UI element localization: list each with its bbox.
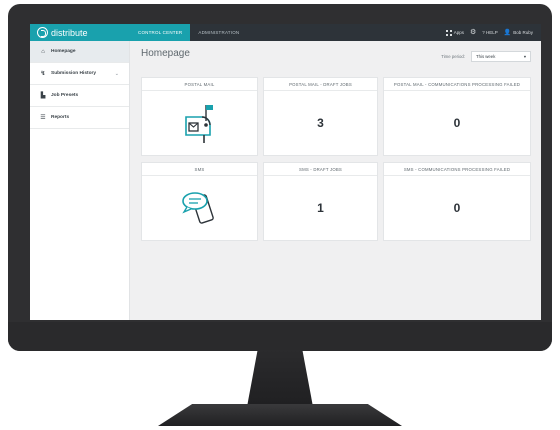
gear-icon: ⚙ (469, 29, 477, 36)
card-title: SMS (142, 163, 257, 176)
main-content: Homepage Time period: This week ▾ POSTAL… (130, 41, 541, 320)
sidebar: ⌂ Homepage ↯ Submission History ⌄ ▙ Job … (30, 41, 130, 320)
sidebar-item-label: Submission History (51, 71, 97, 76)
chevron-down-icon: ▾ (523, 53, 526, 59)
page-title: Homepage (141, 48, 190, 59)
settings-button[interactable]: ⚙ (470, 29, 476, 36)
card-count: 3 (317, 116, 324, 130)
help-button[interactable]: ? HELP (482, 30, 498, 35)
card-title: SMS - DRAFT JOBS (264, 163, 377, 176)
time-period-select[interactable]: This week ▾ (471, 51, 531, 62)
tab-control-center[interactable]: CONTROL CENTER (130, 24, 191, 41)
sidebar-item-label: Reports (51, 115, 70, 120)
card-count: 0 (453, 116, 461, 130)
apps-grid-icon (445, 29, 452, 36)
monitor-base (158, 404, 402, 426)
help-label: ? HELP (482, 30, 498, 35)
sidebar-item-homepage[interactable]: ⌂ Homepage (30, 41, 129, 63)
user-menu[interactable]: 👤 Bob Ruby (504, 30, 533, 36)
card-postal-mail-draft-jobs[interactable]: POSTAL MAIL - DRAFT JOBS 3 (263, 77, 378, 156)
sidebar-item-submission-history[interactable]: ↯ Submission History ⌄ (30, 63, 129, 85)
monitor-chin (8, 322, 552, 351)
card-postal-mail[interactable]: POSTAL MAIL (141, 77, 258, 156)
sidebar-item-reports[interactable]: ☰ Reports (30, 107, 129, 129)
monitor-neck (246, 350, 314, 410)
sms-phone-icon (142, 176, 257, 240)
document-icon: ▙ (40, 93, 46, 99)
card-sms-draft-jobs[interactable]: SMS - DRAFT JOBS 1 (263, 162, 378, 241)
apps-button[interactable]: Apps (445, 29, 464, 36)
top-navigation-bar: distribute CONTROL CENTER ADMINISTRATION… (30, 24, 541, 41)
card-title: SMS - COMMUNICATIONS PROCESSING FAILED (384, 163, 530, 176)
topbar-actions: Apps ⚙ ? HELP 👤 Bob Ruby (445, 29, 541, 36)
apps-label: Apps (453, 30, 464, 35)
tab-administration[interactable]: ADMINISTRATION (190, 24, 247, 41)
sidebar-item-label: Job Presets (51, 93, 79, 98)
report-icon: ☰ (40, 115, 46, 121)
history-icon: ↯ (40, 71, 46, 77)
distribute-logo-icon (37, 27, 48, 38)
card-title: POSTAL MAIL (142, 78, 257, 91)
user-icon: 👤 (503, 29, 512, 36)
time-period-value: This week (476, 54, 496, 59)
card-sms-processing-failed[interactable]: SMS - COMMUNICATIONS PROCESSING FAILED 0 (383, 162, 531, 241)
card-sms[interactable]: SMS (141, 162, 258, 241)
mailbox-icon (142, 91, 257, 155)
time-period-filter: Time period: This week ▾ (441, 51, 531, 62)
card-title: POSTAL MAIL - DRAFT JOBS (264, 78, 377, 91)
screen: distribute CONTROL CENTER ADMINISTRATION… (30, 24, 541, 320)
card-count: 0 (453, 201, 461, 215)
sidebar-item-label: Homepage (51, 49, 76, 54)
card-postal-mail-processing-failed[interactable]: POSTAL MAIL - COMMUNICATIONS PROCESSING … (383, 77, 531, 156)
home-icon: ⌂ (41, 48, 45, 55)
card-title: POSTAL MAIL - COMMUNICATIONS PROCESSING … (384, 78, 530, 91)
card-count: 1 (317, 201, 324, 215)
time-period-label: Time period: (441, 54, 465, 59)
sidebar-item-job-presets[interactable]: ▙ Job Presets (30, 85, 129, 107)
user-name: Bob Ruby (513, 30, 533, 35)
chevron-down-icon: ⌄ (114, 70, 119, 77)
brand-name: distribute (51, 27, 88, 38)
brand-logo[interactable]: distribute (30, 24, 130, 41)
